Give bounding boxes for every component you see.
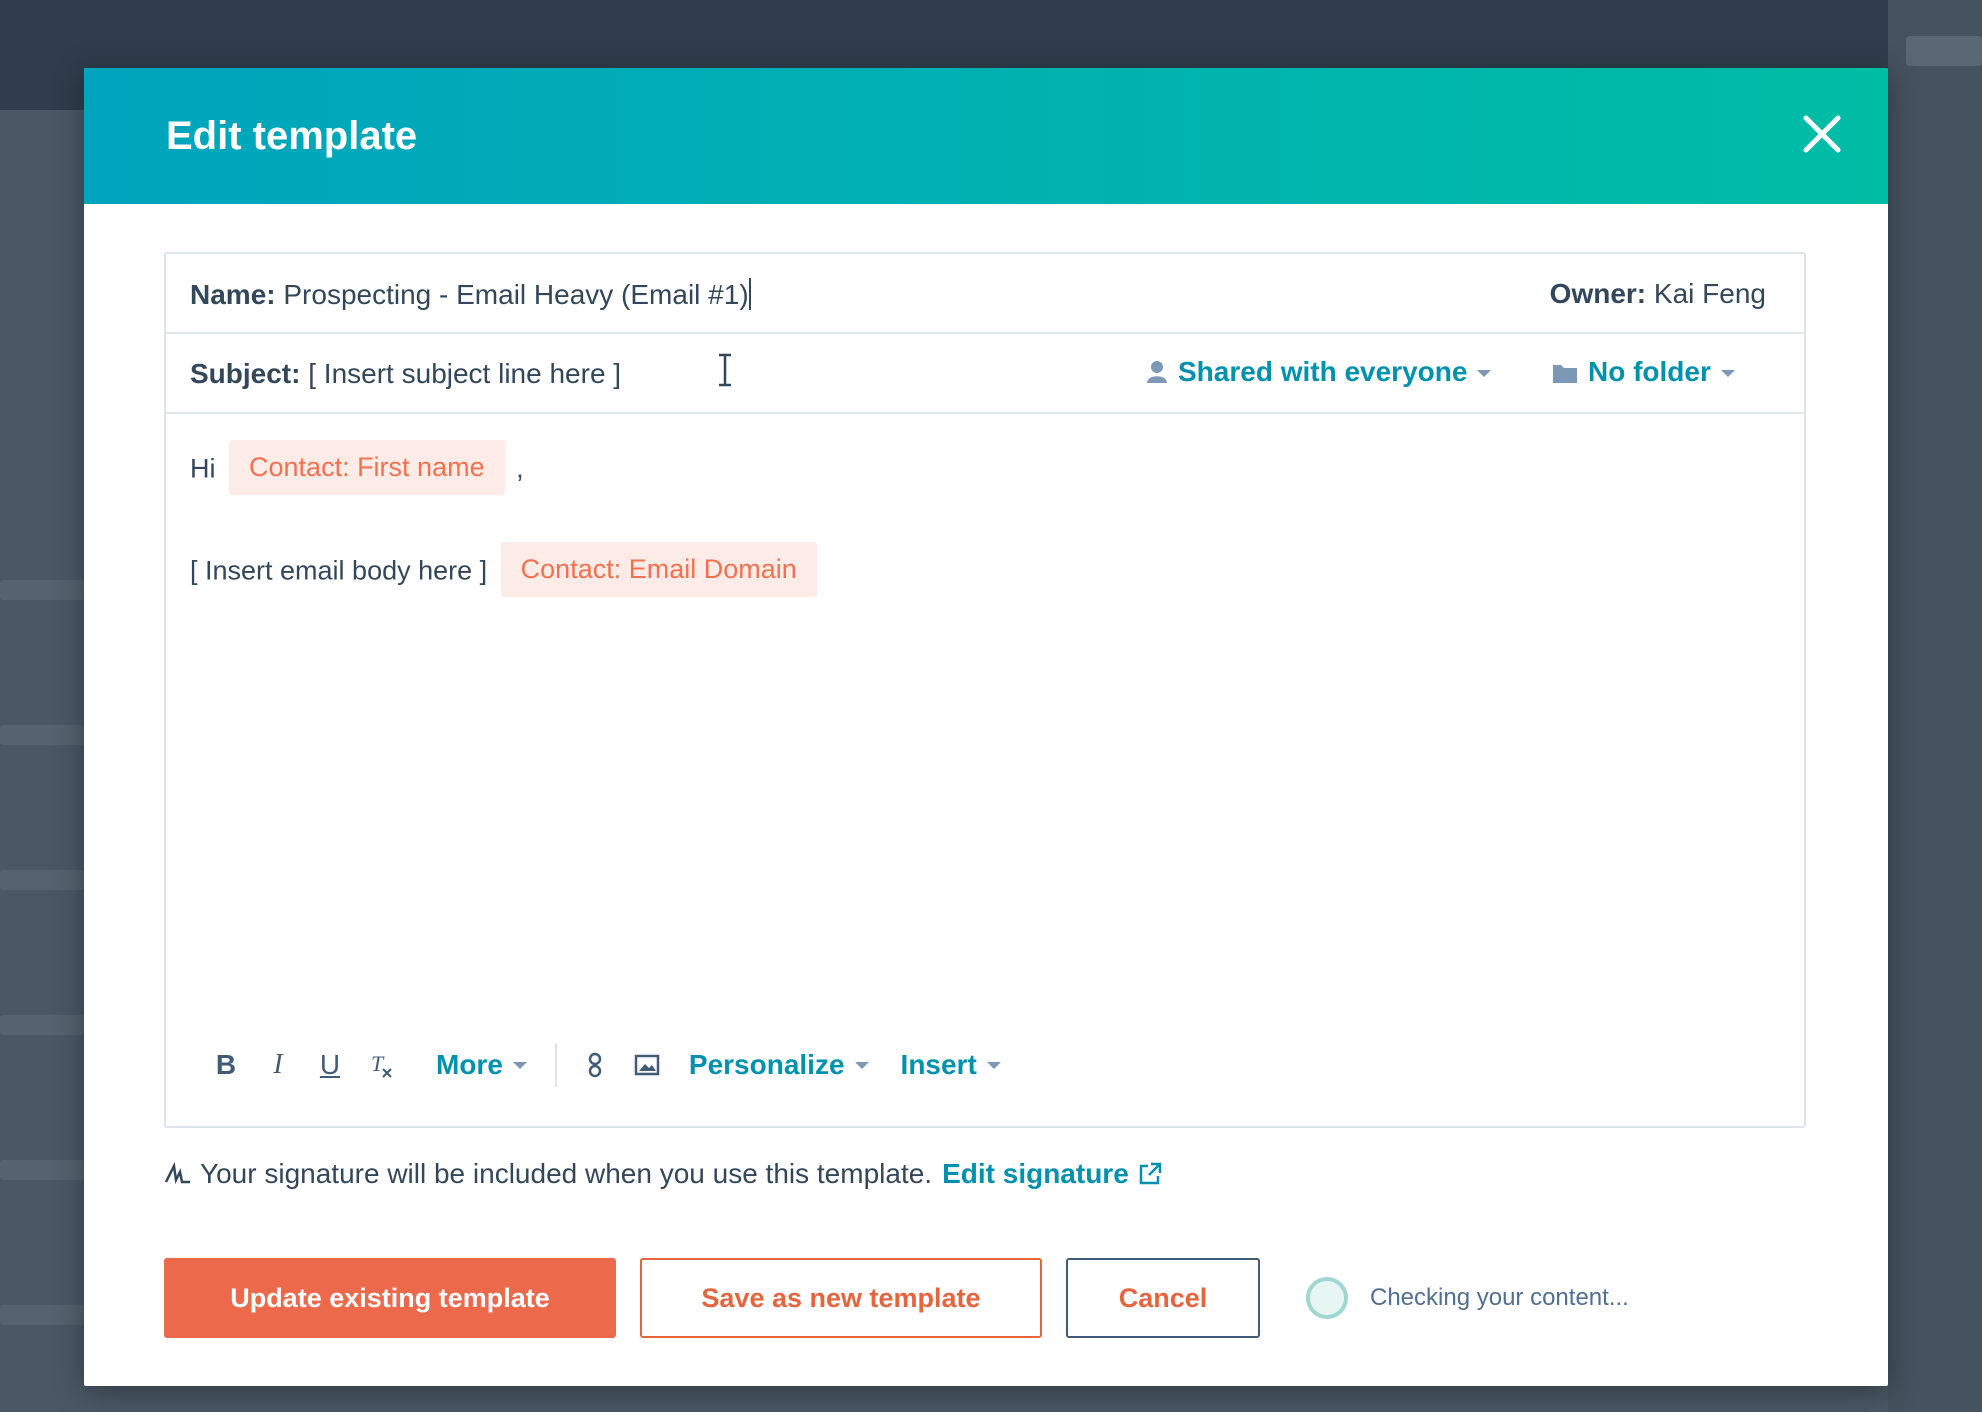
background-left-item [0, 725, 84, 745]
background-left-item [0, 1160, 84, 1180]
more-dropdown[interactable]: More [420, 1049, 543, 1081]
insert-link-button[interactable] [569, 1040, 621, 1090]
owner-value: Kai Feng [1653, 278, 1766, 309]
template-editor: Name: Prospecting - Email Heavy (Email #… [164, 252, 1806, 1128]
underline-button[interactable]: U [304, 1040, 356, 1090]
signature-notice: Your signature will be included when you… [164, 1158, 1163, 1190]
loading-spinner-icon [1306, 1277, 1348, 1319]
close-icon [1803, 115, 1841, 153]
save-as-new-template-button[interactable]: Save as new template [640, 1258, 1042, 1338]
bold-button[interactable]: B [200, 1040, 252, 1090]
bold-icon: B [215, 1049, 237, 1080]
formatting-toolbar: B I U T More Personalize Insert [200, 1040, 1017, 1090]
update-existing-template-button[interactable]: Update existing template [164, 1258, 616, 1338]
personalize-label: Personalize [688, 1049, 845, 1080]
chevron-down-icon [1477, 370, 1492, 377]
modal-header: Edit template [84, 68, 1888, 204]
link-icon [588, 1052, 602, 1078]
insert-image-button[interactable] [621, 1040, 673, 1090]
body-placeholder-text: [ Insert email body here ] [190, 555, 488, 586]
italic-button[interactable]: I [252, 1040, 304, 1090]
text-caret [748, 278, 751, 310]
personalize-dropdown[interactable]: Personalize [673, 1049, 885, 1081]
name-row: Name: Prospecting - Email Heavy (Email #… [166, 254, 1804, 334]
background-left-item [0, 870, 84, 890]
body-line-main: [ Insert email body here ] Contact: Emai… [190, 542, 821, 597]
background-left-item [0, 580, 84, 600]
folder-dropdown[interactable]: No folder [1552, 356, 1735, 388]
subject-input[interactable]: [ Insert subject line here ] [308, 358, 621, 389]
signature-text: Your signature will be included when you… [200, 1158, 933, 1189]
person-icon [1147, 361, 1167, 383]
insert-label: Insert [900, 1049, 977, 1080]
owner-label: Owner: [1549, 278, 1647, 309]
insert-dropdown[interactable]: Insert [885, 1049, 1017, 1081]
svg-text:T: T [371, 1051, 385, 1076]
cancel-button[interactable]: Cancel [1066, 1258, 1260, 1338]
image-icon [634, 1054, 660, 1076]
clear-formatting-icon: T [371, 1051, 392, 1078]
background-left-item [0, 1015, 84, 1035]
toolbar-divider [554, 1043, 557, 1087]
background-ghost-button [1906, 36, 1982, 66]
name-input[interactable]: Prospecting - Email Heavy (Email #1) [283, 279, 748, 310]
subject-row: Subject: [ Insert subject line here ] Sh… [166, 334, 1804, 414]
name-label: Name: [190, 279, 276, 310]
chevron-down-icon [512, 1061, 527, 1069]
close-button[interactable] [1800, 112, 1844, 156]
underline-icon: U [319, 1049, 341, 1080]
status-text: Checking your content... [1370, 1284, 1629, 1311]
modal-title: Edit template [166, 114, 418, 158]
comma-text: , [516, 453, 524, 484]
personalization-token-first-name[interactable]: Contact: First name [229, 440, 505, 495]
folder-icon [1553, 365, 1577, 383]
italic-icon: I [273, 1049, 283, 1080]
chevron-down-icon [1720, 370, 1735, 377]
edit-signature-link[interactable]: Edit signature [942, 1158, 1129, 1190]
content-check-status: Checking your content... [1306, 1277, 1629, 1319]
chevron-down-icon [854, 1061, 869, 1069]
name-field[interactable]: Name: Prospecting - Email Heavy (Email #… [190, 278, 751, 311]
text-cursor-icon [719, 353, 731, 387]
external-link-icon[interactable] [1137, 1161, 1163, 1187]
email-body[interactable]: Hi Contact: First name , [ Insert email … [166, 418, 1804, 1058]
background-app-panel [1888, 0, 1982, 1412]
personalization-token-email-domain[interactable]: Contact: Email Domain [500, 542, 817, 597]
edit-template-modal: Edit template Name: Prospecting - Email … [84, 68, 1888, 1386]
sharing-label: Shared with everyone [1178, 356, 1468, 387]
background-left-item [0, 1305, 84, 1325]
subject-field[interactable]: Subject: [ Insert subject line here ] [190, 358, 621, 390]
clear-formatting-button[interactable]: T [356, 1040, 408, 1090]
more-label: More [436, 1049, 503, 1080]
owner-field: Owner: Kai Feng [1550, 278, 1766, 310]
signature-icon [164, 1162, 190, 1185]
greeting-text: Hi [190, 453, 216, 484]
modal-footer: Update existing template Save as new tem… [164, 1258, 1629, 1338]
body-line-greeting: Hi Contact: First name , [190, 440, 524, 495]
folder-label: No folder [1588, 356, 1711, 387]
chevron-down-icon [986, 1061, 1001, 1069]
sharing-dropdown[interactable]: Shared with everyone [1146, 356, 1492, 388]
subject-label: Subject: [190, 358, 301, 389]
